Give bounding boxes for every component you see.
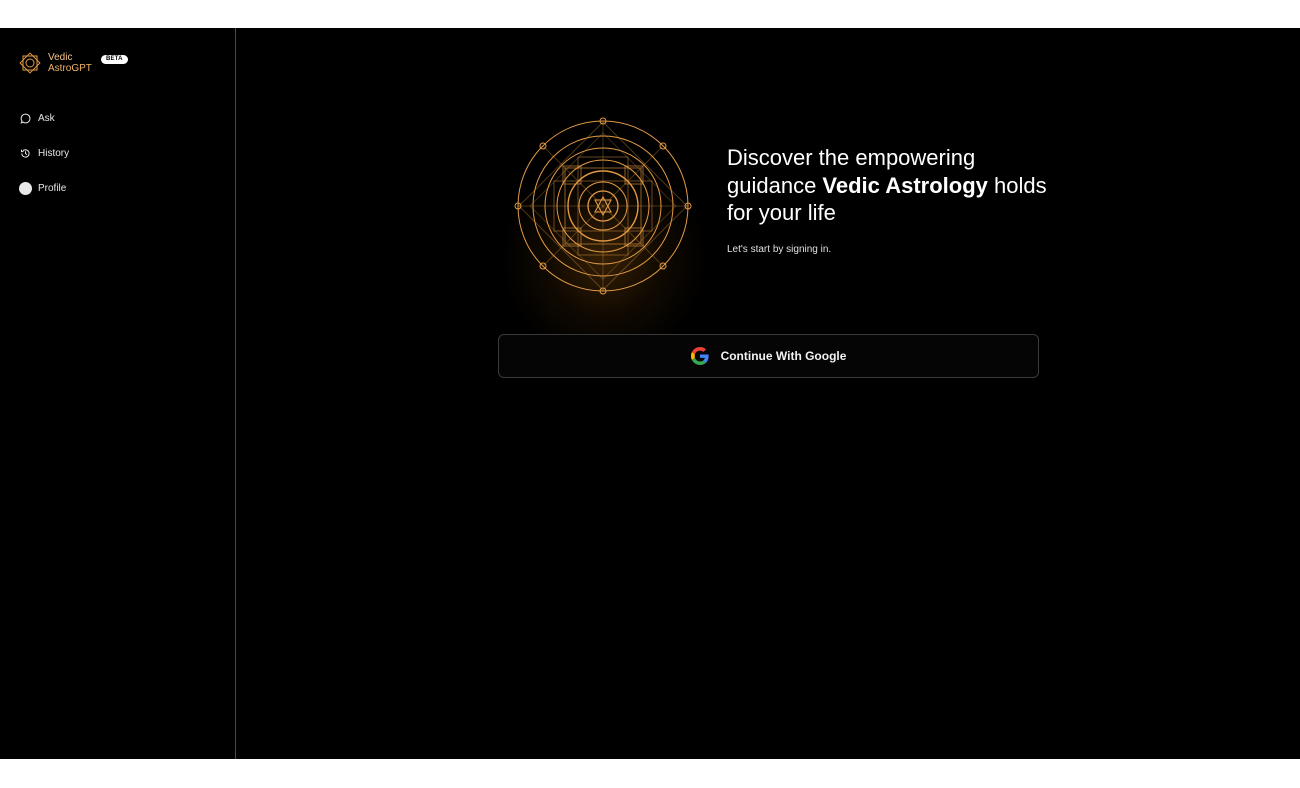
avatar-circle-icon: [18, 181, 32, 195]
google-button-label: Continue With Google: [720, 349, 847, 363]
vedic-mandala-illustration: [514, 117, 692, 295]
headline-highlight: Vedic Astrology: [822, 172, 988, 198]
google-g-icon: [690, 347, 709, 365]
sidebar-item-label: Profile: [38, 182, 67, 194]
continue-with-google-button[interactable]: Continue With Google: [498, 334, 1039, 378]
signin-prompt: Let's start by signing in.: [727, 244, 832, 255]
page-headline: Discover the empowering guidance Vedic A…: [727, 144, 1057, 227]
sidebar-item-history[interactable]: History: [18, 143, 218, 163]
brand-line-2: AstroGPT: [48, 63, 92, 74]
main-content: Discover the empowering guidance Vedic A…: [237, 28, 1300, 759]
brand-line-1: Vedic: [48, 52, 73, 63]
sidebar-item-label: Ask: [38, 112, 55, 124]
sidebar-item-label: History: [38, 147, 70, 159]
sidebar-item-profile[interactable]: Profile: [18, 178, 218, 198]
history-clock-icon: [18, 146, 32, 160]
chat-bubble-icon: [18, 111, 32, 125]
brand[interactable]: Vedic AstroGPT BETA: [17, 48, 128, 78]
sidebar: Vedic AstroGPT BETA Ask History Profile: [0, 28, 236, 759]
sidebar-nav: Ask History Profile: [18, 108, 218, 213]
mandala-star-logo-icon: [19, 52, 41, 74]
brand-name: Vedic AstroGPT: [48, 52, 92, 74]
sidebar-item-ask[interactable]: Ask: [18, 108, 218, 128]
beta-badge: BETA: [101, 55, 128, 64]
app-window: Vedic AstroGPT BETA Ask History Profile …: [0, 28, 1300, 759]
